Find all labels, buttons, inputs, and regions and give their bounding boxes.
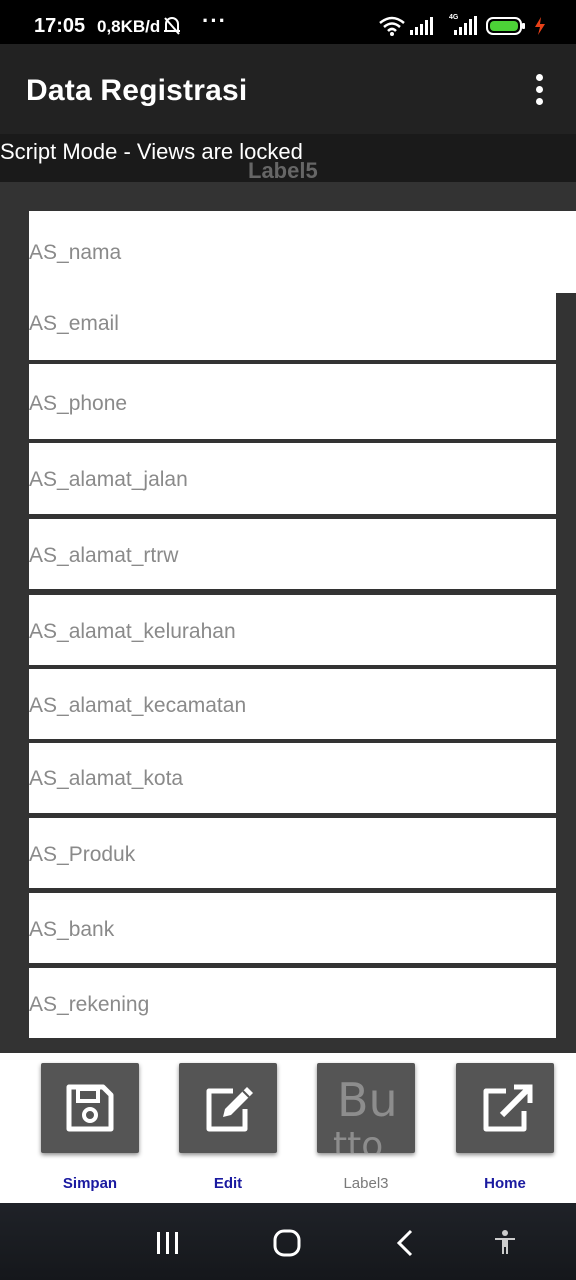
signal-4g-icon <box>448 15 478 40</box>
label3-button[interactable]: Bu tto <box>317 1063 415 1153</box>
field-placeholder: AS_alamat_kelurahan <box>29 620 236 643</box>
recent-apps-icon[interactable] <box>155 1231 181 1260</box>
script-mode-banner: Script Mode - Views are locked Label5 <box>0 134 576 183</box>
field-rekening[interactable]: AS_rekening <box>29 968 556 1038</box>
placeholder-button-text-2: tto <box>333 1125 384 1153</box>
field-placeholder: AS_bank <box>29 918 115 941</box>
app-bar: Data Registrasi <box>0 44 576 134</box>
field-placeholder: AS_alamat_jalan <box>29 468 188 491</box>
label5: Label5 <box>248 158 318 183</box>
field-placeholder: AS_rekening <box>29 993 150 1016</box>
home-button[interactable] <box>456 1063 554 1153</box>
action-panel: Simpan Edit Bu tto Label3 Home <box>0 1053 576 1203</box>
battery-icon <box>486 17 526 40</box>
field-placeholder: AS_alamat_rtrw <box>29 544 179 567</box>
system-nav-bar <box>0 1203 576 1280</box>
field-placeholder: AS_email <box>29 312 119 335</box>
save-label: Simpan <box>62 1175 118 1192</box>
save-button[interactable] <box>41 1063 139 1153</box>
home-nav-icon[interactable] <box>273 1229 301 1262</box>
save-icon <box>66 1084 114 1132</box>
status-time: 17:05 <box>34 15 86 37</box>
field-placeholder: AS_phone <box>29 392 128 415</box>
field-nama[interactable]: AS_nama <box>29 211 576 293</box>
field-alamat-kelurahan[interactable]: AS_alamat_kelurahan <box>29 595 556 665</box>
field-placeholder: AS_nama <box>29 241 122 264</box>
page-title: Data Registrasi <box>26 74 248 107</box>
accessibility-icon[interactable] <box>494 1230 516 1261</box>
field-produk[interactable]: AS_Produk <box>29 818 556 888</box>
open-external-icon <box>483 1084 533 1132</box>
field-alamat-kecamatan[interactable]: AS_alamat_kecamatan <box>29 669 556 739</box>
field-placeholder: AS_alamat_kecamatan <box>29 694 247 717</box>
network-speed: 0,8KB/d <box>97 17 161 36</box>
overflow-menu-icon[interactable] <box>530 74 550 108</box>
bell-off-icon <box>163 16 181 41</box>
signal-icon <box>410 17 434 40</box>
edit-button[interactable] <box>179 1063 277 1153</box>
field-placeholder: AS_alamat_kota <box>29 767 184 790</box>
back-icon[interactable] <box>396 1229 414 1262</box>
field-phone[interactable]: AS_phone <box>29 364 556 439</box>
more-notifications-icon: ··· <box>202 8 227 33</box>
field-alamat-rtrw[interactable]: AS_alamat_rtrw <box>29 519 556 589</box>
status-bar: 17:05 0,8KB/d ··· 4G <box>0 0 576 44</box>
field-email[interactable]: AS_email <box>29 291 556 360</box>
field-alamat-jalan[interactable]: AS_alamat_jalan <box>29 443 556 514</box>
wifi-icon <box>378 16 406 41</box>
charging-icon <box>534 17 546 40</box>
field-alamat-kota[interactable]: AS_alamat_kota <box>29 743 556 813</box>
field-bank[interactable]: AS_bank <box>29 893 556 963</box>
edit-icon <box>206 1087 253 1132</box>
placeholder-button-text: Bu <box>337 1073 398 1127</box>
home-label: Home <box>484 1175 526 1192</box>
edit-label: Edit <box>213 1175 243 1192</box>
field-placeholder: AS_Produk <box>29 843 136 866</box>
label3-label: Label3 <box>343 1175 389 1192</box>
